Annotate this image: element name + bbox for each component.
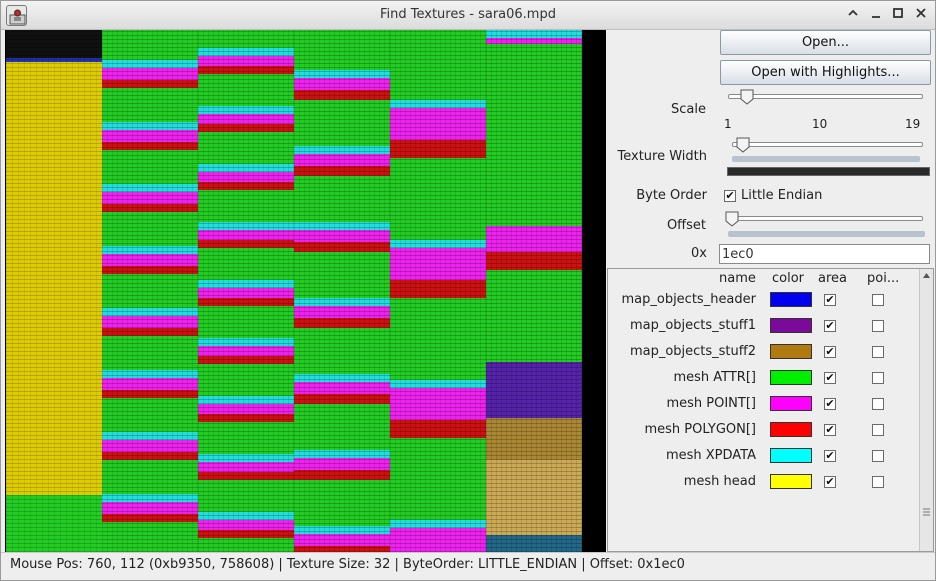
highlights-table: name color area poi... map_objects_heade… bbox=[607, 268, 934, 552]
texture-column-empty bbox=[583, 30, 606, 552]
offset-hex-input[interactable] bbox=[719, 244, 930, 264]
restore-icon[interactable] bbox=[844, 6, 862, 24]
color-swatch[interactable] bbox=[770, 318, 812, 333]
row-name: mesh head bbox=[683, 474, 756, 489]
area-checkbox[interactable]: ✔ bbox=[824, 424, 836, 436]
area-checkbox[interactable]: ✔ bbox=[824, 476, 836, 488]
points-checkbox[interactable] bbox=[872, 398, 884, 410]
area-checkbox[interactable]: ✔ bbox=[824, 320, 836, 332]
color-swatch[interactable] bbox=[770, 344, 812, 359]
status-bar: Mouse Pos: 760, 112 (0xb9350, 758608) | … bbox=[1, 552, 935, 580]
table-row[interactable]: map_objects_header ✔ bbox=[608, 287, 918, 313]
table-row[interactable]: mesh ATTR[] ✔ bbox=[608, 365, 918, 391]
check-icon: ✔ bbox=[725, 189, 735, 202]
color-swatch[interactable] bbox=[770, 292, 812, 307]
scale-label: Scale bbox=[671, 102, 706, 117]
row-name: mesh ATTR[] bbox=[673, 370, 756, 385]
points-checkbox[interactable] bbox=[872, 476, 884, 488]
scale-slider-track[interactable] bbox=[728, 94, 923, 99]
color-swatch[interactable] bbox=[770, 474, 812, 489]
color-swatch[interactable] bbox=[770, 422, 812, 437]
scale-tick-min: 1 bbox=[724, 117, 732, 131]
points-checkbox[interactable] bbox=[872, 346, 884, 358]
close-icon[interactable] bbox=[912, 6, 930, 24]
control-panel: Open... Open with Highlights... Scale 1 … bbox=[606, 30, 935, 552]
table-row[interactable]: mesh POLYGON[] ✔ bbox=[608, 417, 918, 443]
column-header-points[interactable]: poi... bbox=[867, 269, 899, 289]
points-checkbox[interactable] bbox=[872, 450, 884, 462]
points-checkbox[interactable] bbox=[872, 320, 884, 332]
row-name: map_objects_header bbox=[621, 292, 756, 307]
offset-slider-track[interactable] bbox=[728, 216, 923, 221]
area-checkbox[interactable]: ✔ bbox=[824, 294, 836, 306]
scale-slider-knob[interactable] bbox=[740, 89, 754, 105]
texture-width-range-bar bbox=[732, 156, 920, 162]
row-name: mesh XPDATA bbox=[665, 448, 756, 463]
app-window: Find Textures - sara06.mpd Open... Open bbox=[0, 0, 936, 581]
table-row[interactable]: map_objects_stuff2 ✔ bbox=[608, 339, 918, 365]
area-checkbox[interactable]: ✔ bbox=[824, 346, 836, 358]
row-name: mesh POINT[] bbox=[666, 396, 756, 411]
points-checkbox[interactable] bbox=[872, 294, 884, 306]
offset-slider-knob[interactable] bbox=[725, 211, 739, 227]
open-highlights-button[interactable]: Open with Highlights... bbox=[720, 60, 931, 85]
area-checkbox[interactable]: ✔ bbox=[824, 372, 836, 384]
texture-column-4 bbox=[294, 30, 390, 552]
table-row[interactable]: map_objects_stuff1 ✔ bbox=[608, 313, 918, 339]
offset-label: Offset bbox=[666, 218, 706, 233]
area-checkbox[interactable]: ✔ bbox=[824, 450, 836, 462]
byte-order-label: Byte Order bbox=[636, 188, 707, 203]
color-swatch[interactable] bbox=[770, 448, 812, 463]
area-checkbox[interactable]: ✔ bbox=[824, 398, 836, 410]
scale-tick-max: 19 bbox=[905, 117, 921, 131]
offset-range-bar bbox=[728, 231, 925, 237]
texture-column-6 bbox=[486, 30, 582, 552]
scale-tick-mid: 10 bbox=[812, 117, 828, 131]
color-swatch[interactable] bbox=[770, 370, 812, 385]
row-name: map_objects_stuff2 bbox=[629, 344, 756, 359]
texture-column-3 bbox=[198, 30, 294, 552]
texture-column-1 bbox=[6, 30, 102, 552]
texture-width-slider-track[interactable] bbox=[732, 142, 923, 147]
open-button[interactable]: Open... bbox=[720, 30, 931, 55]
table-row[interactable]: mesh POINT[] ✔ bbox=[608, 391, 918, 417]
table-vertical-scrollbar[interactable] bbox=[919, 269, 933, 551]
row-name: map_objects_stuff1 bbox=[629, 318, 756, 333]
column-header-name[interactable]: name bbox=[719, 269, 756, 289]
texture-column-2 bbox=[102, 30, 198, 552]
points-checkbox[interactable] bbox=[872, 372, 884, 384]
column-header-area[interactable]: area bbox=[818, 269, 847, 289]
row-name: mesh POLYGON[] bbox=[644, 422, 756, 437]
hex-prefix-label: 0x bbox=[691, 246, 707, 261]
title-bar[interactable]: Find Textures - sara06.mpd bbox=[1, 1, 935, 30]
texture-width-label: Texture Width bbox=[617, 149, 708, 164]
little-endian-checkbox[interactable]: ✔ bbox=[724, 190, 736, 202]
minimize-icon[interactable] bbox=[867, 6, 885, 24]
window-title: Find Textures - sara06.mpd bbox=[380, 7, 556, 22]
table-row[interactable]: mesh head ✔ bbox=[608, 469, 918, 495]
table-row[interactable]: mesh XPDATA ✔ bbox=[608, 443, 918, 469]
points-checkbox[interactable] bbox=[872, 424, 884, 436]
texture-width-indicator bbox=[727, 167, 930, 176]
texture-column-5 bbox=[390, 30, 486, 552]
texture-width-slider-knob[interactable] bbox=[736, 137, 750, 153]
texture-canvas[interactable] bbox=[5, 30, 606, 552]
maximize-icon[interactable] bbox=[889, 6, 907, 24]
color-swatch[interactable] bbox=[770, 396, 812, 411]
little-endian-label[interactable]: Little Endian bbox=[741, 188, 822, 203]
column-header-color[interactable]: color bbox=[772, 269, 804, 289]
